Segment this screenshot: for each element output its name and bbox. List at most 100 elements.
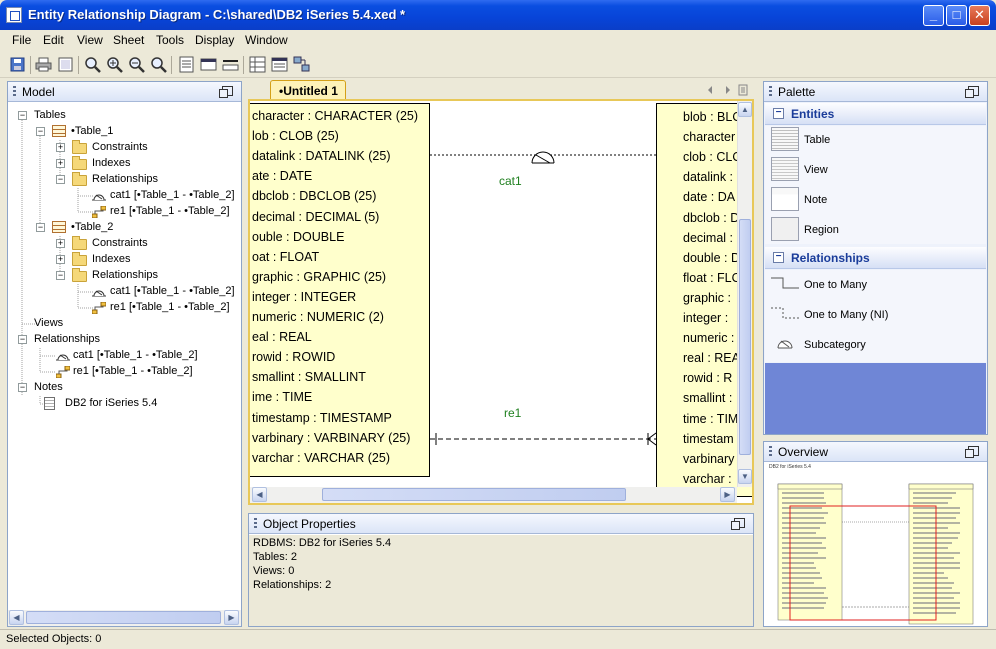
tree-table1-relationships[interactable]: − Relationships <box>56 172 236 188</box>
zoom-icon[interactable] <box>84 56 101 73</box>
entity-column[interactable]: integer : INTEGER <box>252 290 356 304</box>
collapse-icon[interactable]: − <box>18 335 27 344</box>
scroll-left-button[interactable]: ◀ <box>252 487 267 502</box>
tree-rel-re1[interactable]: re1 [•Table_1 - •Table_2] <box>56 364 236 380</box>
maximize-panel-icon[interactable] <box>965 86 979 98</box>
entity-column[interactable]: smallint : <box>683 391 732 405</box>
menu-view[interactable]: View <box>77 33 103 47</box>
menu-window[interactable]: Window <box>245 33 288 47</box>
tree-rel-cat1[interactable]: cat1 [•Table_1 - •Table_2] <box>56 348 236 364</box>
entity-column[interactable]: rowid : R <box>683 371 732 385</box>
tree-notes[interactable]: − Notes <box>18 380 218 396</box>
tree-note-db2[interactable]: DB2 for iSeries 5.4 <box>44 396 224 412</box>
entity-column[interactable]: eal : REAL <box>252 330 312 344</box>
palette-entities-section[interactable]: − Entities <box>765 103 986 125</box>
table-view-icon[interactable] <box>271 56 288 73</box>
entity-column[interactable]: double : D <box>683 251 740 265</box>
canvas-vscroll[interactable]: ▲ ▼ <box>737 101 752 487</box>
entity-column[interactable]: varchar : <box>683 472 732 486</box>
scroll-up-button[interactable]: ▲ <box>738 102 752 117</box>
tree-table2-indexes[interactable]: + Indexes <box>56 252 236 268</box>
collapse-icon[interactable]: − <box>36 223 45 232</box>
maximize-panel-icon[interactable] <box>731 518 745 530</box>
collapse-icon[interactable]: − <box>56 271 65 280</box>
tab-prev-icon[interactable] <box>708 86 712 94</box>
scroll-right-button[interactable]: ▶ <box>720 487 735 502</box>
entity-column[interactable]: rowid : ROWID <box>252 350 335 364</box>
maximize-panel-icon[interactable] <box>219 86 233 98</box>
print-icon[interactable] <box>35 56 52 73</box>
model-hscroll[interactable]: ◀ ▶ <box>8 610 241 626</box>
scroll-left-button[interactable]: ◀ <box>9 610 24 625</box>
entity-column[interactable]: lob : CLOB (25) <box>252 129 339 143</box>
entity-column[interactable]: clob : CLO <box>683 150 742 164</box>
entity-column[interactable]: graphic : GRAPHIC (25) <box>252 270 386 284</box>
diagram-icon[interactable] <box>293 56 310 73</box>
properties-icon[interactable] <box>178 56 195 73</box>
palette-relationships-section[interactable]: − Relationships <box>765 247 986 269</box>
page-setup-icon[interactable] <box>57 56 74 73</box>
entity-column[interactable]: float : FLO <box>683 271 741 285</box>
tab-next-icon[interactable] <box>726 86 730 94</box>
tab-untitled-1[interactable]: •Untitled 1 <box>270 80 346 100</box>
entity-column[interactable]: decimal : <box>683 231 733 245</box>
re1-label[interactable]: re1 <box>504 406 521 420</box>
entity-column[interactable]: integer : <box>683 311 728 325</box>
tree-table2-re1[interactable]: re1 [•Table_1 - •Table_2] <box>92 300 242 316</box>
entity-column[interactable]: varchar : VARCHAR (25) <box>252 451 390 465</box>
tree-table1-indexes[interactable]: + Indexes <box>56 156 236 172</box>
entity-column[interactable]: ate : DATE <box>252 169 312 183</box>
entity-column[interactable]: numeric : <box>683 331 734 345</box>
collapse-icon[interactable]: − <box>18 383 27 392</box>
entity-column[interactable]: smallint : SMALLINT <box>252 370 366 384</box>
entity-column[interactable]: varbinary : VARBINARY (25) <box>252 431 410 445</box>
entity-column[interactable]: time : TIM <box>683 412 738 426</box>
entity-column[interactable]: blob : BLO <box>683 110 742 124</box>
menu-display[interactable]: Display <box>195 33 234 47</box>
collapse-section-icon[interactable]: − <box>773 108 784 119</box>
layout-icon[interactable] <box>200 56 217 73</box>
scroll-right-button[interactable]: ▶ <box>224 610 239 625</box>
entity-column[interactable]: numeric : NUMERIC (2) <box>252 310 384 324</box>
entity-column[interactable]: dbclob : D <box>683 211 739 225</box>
entity-column[interactable]: real : REA <box>683 351 740 365</box>
expand-icon[interactable]: + <box>56 143 65 152</box>
tree-table1-cat1[interactable]: cat1 [•Table_1 - •Table_2] <box>92 188 242 204</box>
scroll-thumb[interactable] <box>26 611 221 624</box>
zoom-out-icon[interactable] <box>128 56 145 73</box>
maximize-button[interactable]: □ <box>946 5 967 26</box>
cat1-label[interactable]: cat1 <box>499 174 522 188</box>
entity-column[interactable]: character : CHARACTER (25) <box>252 109 418 123</box>
collapse-icon[interactable]: − <box>36 127 45 136</box>
menu-tools[interactable]: Tools <box>156 33 184 47</box>
entity-column[interactable]: timestamp : TIMESTAMP <box>252 411 392 425</box>
tree-table1-re1[interactable]: re1 [•Table_1 - •Table_2] <box>92 204 242 220</box>
scroll-thumb[interactable] <box>322 488 626 501</box>
entity-column[interactable]: varbinary <box>683 452 734 466</box>
entity-column[interactable]: ouble : DOUBLE <box>252 230 344 244</box>
entity-column[interactable]: date : DA <box>683 190 735 204</box>
entity-column[interactable]: datalink : DATALINK (25) <box>252 149 390 163</box>
tree-relationships[interactable]: − Relationships <box>18 332 218 348</box>
grid-icon[interactable] <box>249 56 266 73</box>
collapse-icon[interactable]: − <box>18 111 27 120</box>
minimize-button[interactable]: _ <box>923 5 944 26</box>
expand-icon[interactable]: + <box>56 159 65 168</box>
tree-table-1[interactable]: − •Table_1 <box>36 124 236 140</box>
tree-table2-relationships[interactable]: − Relationships <box>56 268 236 284</box>
entity-column[interactable]: oat : FLOAT <box>252 250 319 264</box>
zoom-in-icon[interactable] <box>106 56 123 73</box>
zoom-fit-icon[interactable] <box>150 56 167 73</box>
diagram-canvas[interactable]: character : CHARACTER (25) lob : CLOB (25… <box>248 99 754 505</box>
scroll-down-button[interactable]: ▼ <box>738 469 752 484</box>
entity-column[interactable]: ime : TIME <box>252 390 312 404</box>
entity-column[interactable]: timestam <box>683 432 734 446</box>
tree-table-2[interactable]: − •Table_2 <box>36 220 236 236</box>
collapse-section-icon[interactable]: − <box>773 252 784 263</box>
entity-column[interactable]: dbclob : DBCLOB (25) <box>252 189 376 203</box>
scroll-thumb[interactable] <box>739 219 751 455</box>
expand-icon[interactable]: + <box>56 239 65 248</box>
save-icon[interactable] <box>9 56 26 73</box>
bar-icon[interactable] <box>222 56 239 73</box>
tree-views[interactable]: Views <box>34 316 134 332</box>
